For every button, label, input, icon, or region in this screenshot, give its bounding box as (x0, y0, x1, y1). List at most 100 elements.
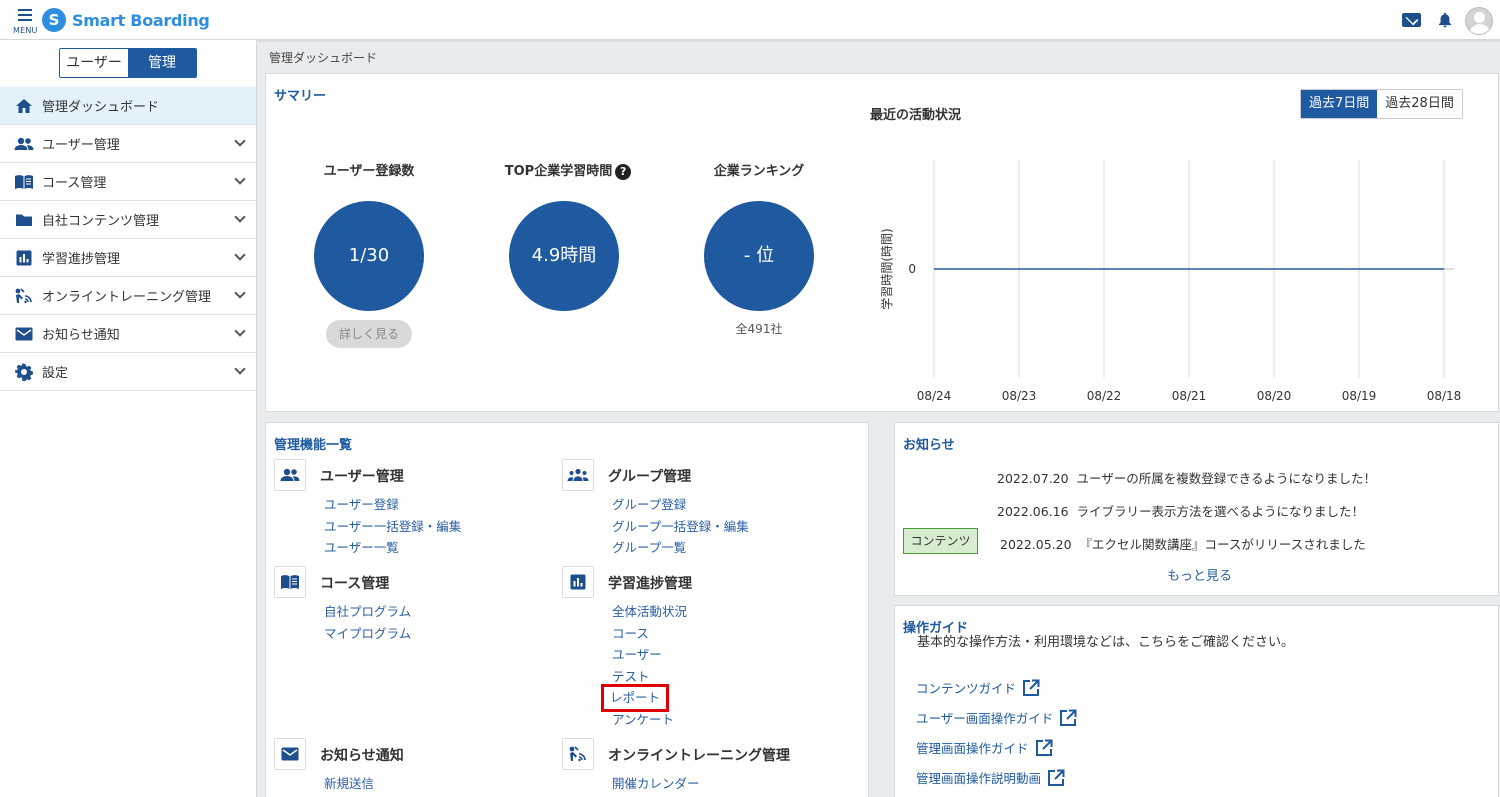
news-date: 2022.07.20 (997, 471, 1069, 486)
avatar[interactable] (1465, 7, 1493, 35)
news-text: 『エクセル関数講座』コースがリリースされました (1079, 537, 1366, 552)
more-news-link[interactable]: もっと見る (1167, 565, 1232, 584)
top-header: MENU S Smart Boarding (0, 0, 1500, 40)
period-28-days-button[interactable]: 過去28日間 (1377, 90, 1462, 118)
gear-icon (14, 362, 34, 382)
mail-icon (274, 738, 306, 770)
function-link[interactable]: ユーザー (612, 644, 687, 666)
sidebar-nav: 管理ダッシュボード ユーザー管理 コース管理 自社コンテンツ管理 学習進捗管理 … (0, 87, 256, 391)
function-link[interactable]: マイプログラム (324, 623, 411, 645)
admin-functions-title: 管理機能一覧 (274, 438, 353, 453)
function-link[interactable]: ユーザー一覧 (324, 537, 461, 559)
sidebar-item-label: お知らせ通知 (42, 328, 120, 343)
function-link[interactable]: 開催カレンダー (612, 773, 700, 795)
details-button[interactable]: 詳しく見る (326, 320, 412, 348)
stat-label-top-learning: TOP企業学習時間? (478, 160, 658, 180)
x-tick-label: 08/23 (1002, 389, 1037, 403)
admin-mode-button[interactable]: 管理 (128, 49, 196, 77)
y-tick-label: 0 (908, 262, 916, 276)
function-link[interactable]: 全体活動状況 (612, 601, 687, 623)
chevron-down-icon (234, 287, 246, 299)
chevron-down-icon (234, 325, 246, 337)
function-link[interactable]: グループ登録 (612, 494, 749, 516)
sidebar-item-dashboard[interactable]: 管理ダッシュボード (0, 87, 256, 125)
stat-label-text: TOP企業学習時間 (504, 164, 613, 179)
function-link[interactable]: 自社プログラム (324, 601, 411, 623)
user-mode-button[interactable]: ユーザー (60, 49, 128, 77)
x-tick-label: 08/22 (1087, 389, 1122, 403)
x-tick-label: 08/18 (1427, 389, 1462, 403)
book-icon (274, 566, 306, 598)
guide-link-label: 管理画面操作ガイド (916, 741, 1029, 756)
function-link[interactable]: ユーザー一括登録・編集 (324, 516, 461, 538)
bar-chart-icon (562, 566, 594, 598)
sidebar-item-online-training[interactable]: オンライントレーニング管理 (0, 277, 256, 315)
guide-link[interactable]: 管理画面操作ガイド (916, 738, 1053, 757)
x-tick-label: 08/19 (1342, 389, 1377, 403)
sidebar-item-settings[interactable]: 設定 (0, 353, 256, 391)
sidebar-item-user-management[interactable]: ユーザー管理 (0, 125, 256, 163)
menu-button[interactable]: MENU (10, 6, 40, 36)
function-link[interactable]: グループ一覧 (612, 537, 749, 559)
report-link[interactable]: レポート (600, 684, 670, 712)
function-link[interactable]: グループ一括登録・編集 (612, 516, 749, 538)
guide-link-label: コンテンツガイド (916, 681, 1017, 696)
menu-icon (18, 9, 32, 11)
sidebar-item-course-management[interactable]: コース管理 (0, 163, 256, 201)
sidebar-item-label: コース管理 (42, 176, 107, 191)
guide-link[interactable]: ユーザー画面操作ガイド (916, 708, 1077, 727)
sidebar-item-content-management[interactable]: 自社コンテンツ管理 (0, 201, 256, 239)
function-links: グループ登録 グループ一括登録・編集 グループ一覧 (612, 494, 749, 559)
news-title: お知らせ (903, 438, 955, 453)
chevron-down-icon (234, 173, 246, 185)
news-item[interactable]: 2022.07.20 ユーザーの所属を複数登録できるようになりました！ (997, 468, 1376, 487)
chevron-down-icon (234, 211, 246, 223)
online-training-icon (562, 738, 594, 770)
logo[interactable]: S Smart Boarding (42, 8, 210, 32)
external-link-icon (1035, 739, 1053, 756)
ranking-total: 全491社 (735, 322, 783, 336)
chevron-down-icon (234, 363, 246, 375)
function-links: 自社プログラム マイプログラム (324, 601, 411, 644)
logo-text: Smart Boarding (72, 10, 210, 30)
logo-mark: S (42, 8, 66, 32)
users-icon (274, 459, 306, 491)
sidebar-item-progress-management[interactable]: 学習進捗管理 (0, 239, 256, 277)
sidebar-item-label: 学習進捗管理 (42, 252, 121, 267)
guide-link[interactable]: コンテンツガイド (916, 678, 1040, 697)
sidebar-item-label: オンライントレーニング管理 (42, 290, 212, 305)
mail-icon[interactable] (1402, 13, 1421, 27)
users-icon (14, 134, 34, 154)
sidebar-item-label: 設定 (42, 366, 69, 381)
help-icon[interactable]: ? (615, 163, 632, 180)
menu-label: MENU (13, 26, 38, 35)
news-item[interactable]: 2022.05.20 『エクセル関数講座』コースがリリースされました (1000, 534, 1366, 553)
sidebar-item-label: 自社コンテンツ管理 (42, 214, 160, 229)
period-7-days-button[interactable]: 過去7日間 (1301, 90, 1378, 118)
stat-label-ranking: 企業ランキング (713, 164, 805, 179)
function-link[interactable]: アンケート (612, 709, 687, 731)
x-tick-label: 08/24 (917, 389, 952, 403)
function-link[interactable]: コース (612, 623, 687, 645)
function-group-title: オンライントレーニング管理 (608, 748, 790, 764)
group-icon (562, 459, 594, 491)
y-axis-label: 学習時間(時間) (879, 228, 894, 309)
chevron-down-icon (234, 135, 246, 147)
news-item[interactable]: 2022.06.16 ライブラリー表示方法を選べるようになりました！ (997, 501, 1364, 520)
function-link[interactable]: ユーザー登録 (324, 494, 461, 516)
home-icon (14, 96, 34, 116)
stat-circle-top-learning: 4.9時間 (509, 201, 619, 311)
stat-circle-users: 1/30 (314, 201, 424, 311)
guide-link[interactable]: 管理画面操作説明動画 (916, 768, 1065, 787)
function-link[interactable]: テスト (612, 666, 687, 688)
sidebar-item-notifications[interactable]: お知らせ通知 (0, 315, 256, 353)
function-link[interactable]: 新規送信 (324, 773, 374, 795)
sidebar-item-label: 管理ダッシュボード (42, 100, 160, 115)
book-icon (14, 172, 34, 192)
activity-chart: 08/24 08/23 08/22 08/21 08/20 08/19 08/18 0 学習時間… (879, 160, 1462, 403)
period-toggle: 過去7日間 過去28日間 (1300, 89, 1463, 119)
mail-icon (14, 324, 34, 344)
bell-icon[interactable] (1438, 12, 1452, 28)
menu-icon-bar (18, 19, 32, 21)
content-tag: コンテンツ (903, 528, 978, 554)
